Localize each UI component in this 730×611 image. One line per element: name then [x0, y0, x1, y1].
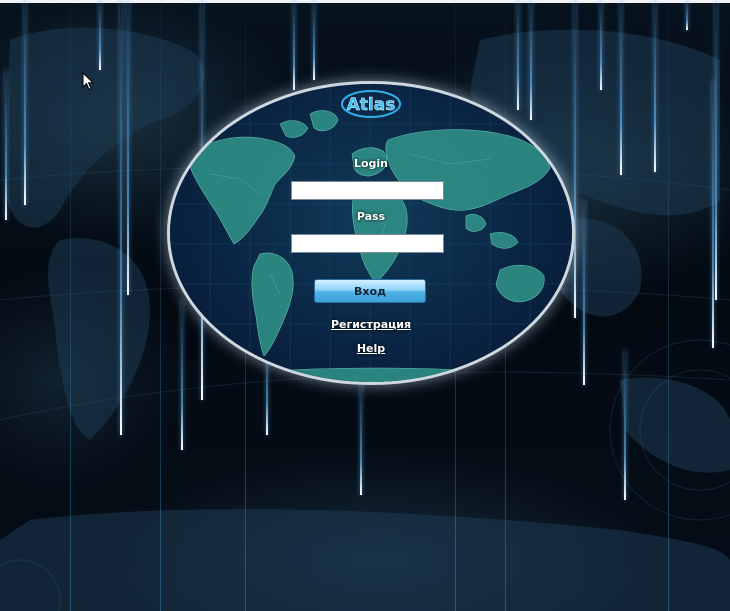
- light-beam: [313, 0, 315, 80]
- login-panel: Atlas Login Pass Вход Регистрация Help: [170, 84, 572, 382]
- login-label: Login: [353, 157, 389, 170]
- light-beam: [624, 350, 626, 500]
- light-beam: [654, 0, 656, 172]
- light-beam: [574, 0, 576, 318]
- light-beam: [360, 380, 362, 495]
- light-beam: [99, 0, 101, 70]
- pass-label: Pass: [356, 210, 386, 223]
- light-beam: [668, 0, 669, 611]
- light-beam: [24, 0, 26, 205]
- mouse-cursor-icon: [82, 72, 94, 91]
- login-input[interactable]: [291, 181, 444, 200]
- help-link[interactable]: Help: [170, 342, 572, 355]
- light-beam: [70, 0, 71, 611]
- light-beam: [293, 0, 295, 90]
- light-beam: [686, 0, 688, 30]
- register-link[interactable]: Регистрация: [170, 318, 572, 331]
- login-page: Atlas Login Pass Вход Регистрация Help: [0, 0, 730, 611]
- light-beam: [600, 0, 602, 90]
- password-input[interactable]: [291, 234, 444, 253]
- light-beam: [5, 70, 7, 220]
- light-beam: [715, 0, 717, 300]
- light-beam: [620, 0, 622, 175]
- login-button[interactable]: Вход: [314, 279, 426, 303]
- logo-text: Atlas: [347, 95, 396, 115]
- light-beam: [583, 200, 585, 385]
- world-map: [170, 84, 572, 382]
- light-beam: [160, 0, 161, 611]
- atlas-logo: Atlas: [341, 90, 401, 118]
- light-beam: [120, 0, 122, 435]
- light-beam: [127, 0, 129, 295]
- light-beam: [712, 80, 714, 348]
